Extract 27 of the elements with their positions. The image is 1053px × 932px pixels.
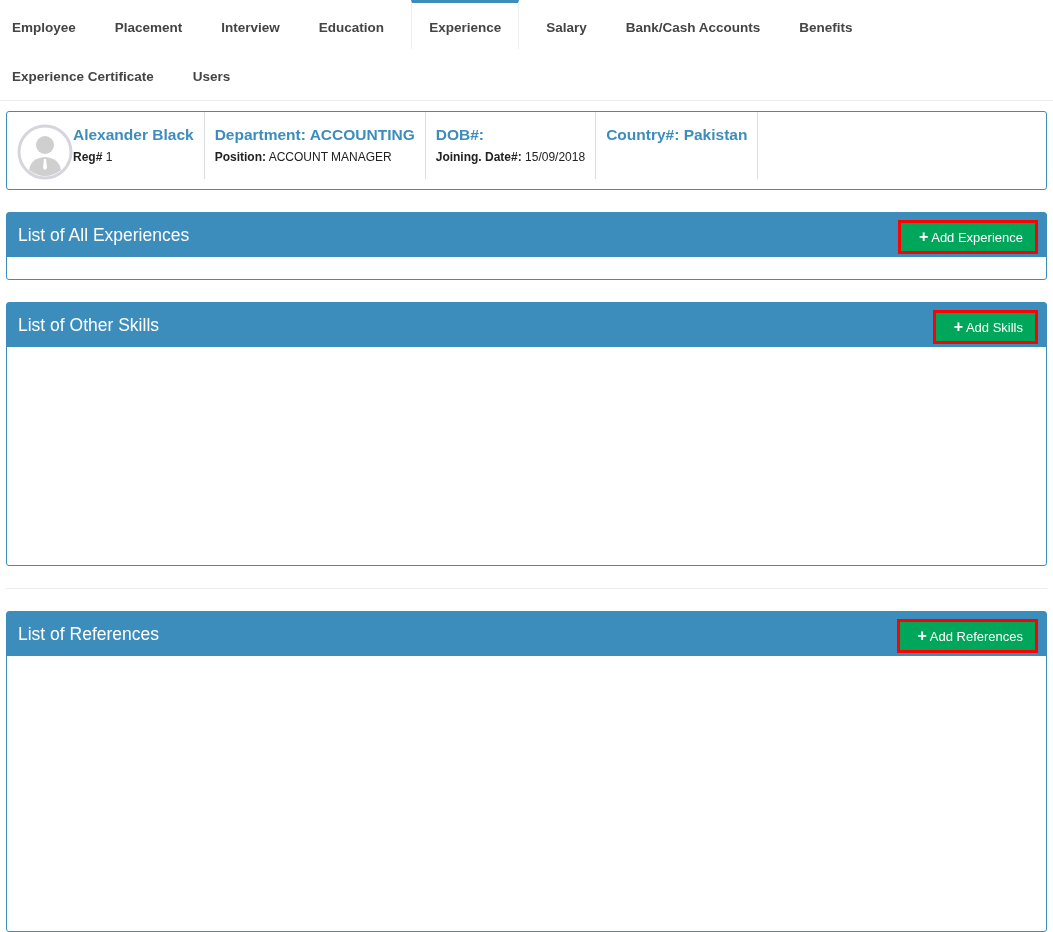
- employee-name[interactable]: Alexander Black: [73, 126, 194, 144]
- tab[interactable]: Employee: [0, 0, 88, 49]
- tab[interactable]: Placement: [102, 0, 195, 49]
- tab[interactable]: Experience Certificate: [0, 49, 166, 98]
- joining-value: 15/09/2018: [525, 150, 586, 164]
- panel-title: List of All Experiences: [18, 224, 190, 246]
- tab[interactable]: Experience: [411, 0, 520, 49]
- reg-value: 1: [105, 150, 113, 164]
- avatar-icon: [17, 124, 73, 180]
- tab[interactable]: Salary: [534, 0, 599, 49]
- panel-title: List of References: [18, 623, 160, 645]
- country-text: Country#: Pakistan: [606, 126, 748, 144]
- panel-title: List of Other Skills: [18, 314, 160, 336]
- tab[interactable]: Bank/Cash Accounts: [613, 0, 773, 49]
- department-text: Department: ACCOUNTING: [214, 126, 415, 144]
- joining-label: Joining. Date#:: [435, 150, 522, 164]
- plus-icon: +: [953, 318, 963, 335]
- position-label: Position:: [214, 150, 266, 164]
- position-value: ACCOUNT MANAGER: [268, 150, 392, 164]
- tab[interactable]: Users: [180, 49, 243, 98]
- tab[interactable]: Interview: [209, 0, 292, 49]
- tab[interactable]: Benefits: [787, 0, 865, 49]
- dob-label: DOB#:: [435, 126, 485, 144]
- plus-icon: +: [917, 627, 927, 644]
- reg-label: Reg#: [73, 150, 103, 164]
- plus-icon: +: [918, 228, 929, 245]
- tab[interactable]: Education: [306, 0, 397, 49]
